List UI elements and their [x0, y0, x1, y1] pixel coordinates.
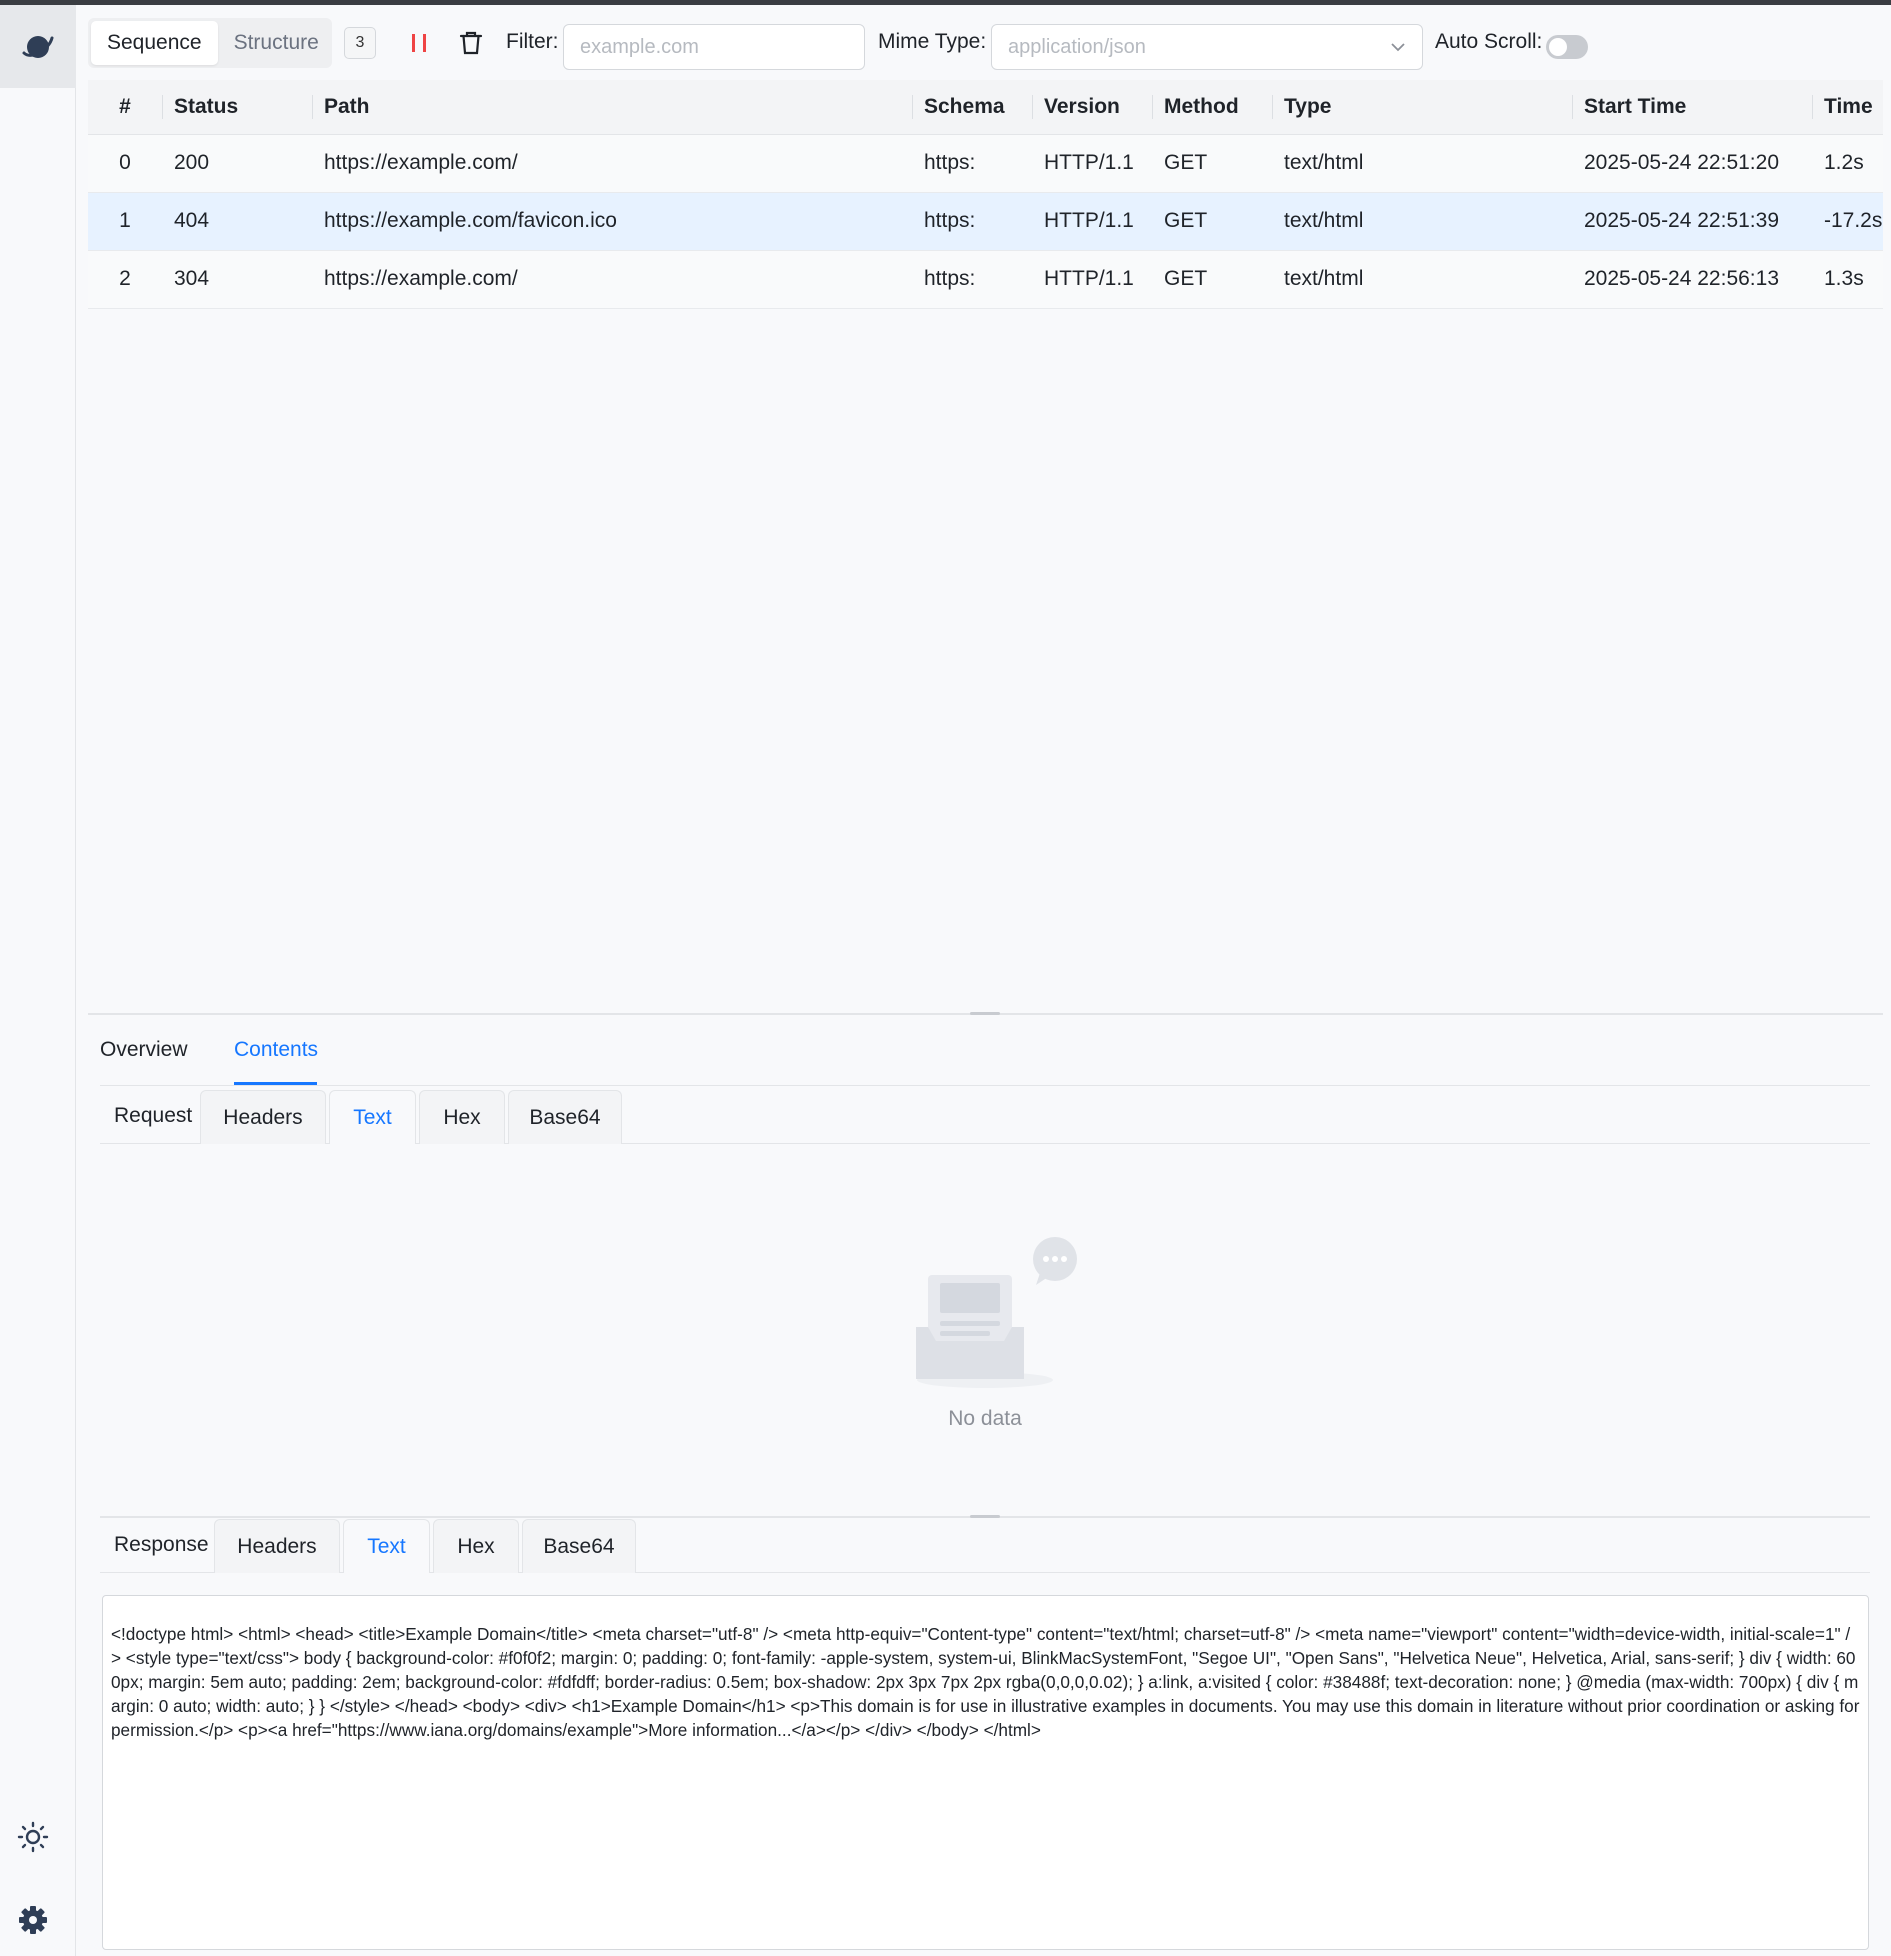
cell-index: 2 — [88, 250, 162, 309]
planet-icon — [22, 35, 54, 58]
cell-time: 1.2s — [1812, 134, 1883, 193]
filter-input[interactable] — [563, 24, 865, 70]
request-tab-headers[interactable]: Headers — [200, 1090, 326, 1144]
mime-type-placeholder: application/json — [1008, 36, 1146, 58]
gear-icon — [19, 1906, 47, 1934]
theme-toggle-button[interactable] — [13, 1817, 53, 1857]
table-empty-space — [88, 324, 1883, 1014]
request-tab-text[interactable]: Text — [329, 1090, 416, 1144]
col-header-version[interactable]: Version — [1032, 80, 1152, 135]
pause-icon — [412, 34, 426, 52]
table-row[interactable]: 0 200 https://example.com/ https: HTTP/1… — [88, 134, 1883, 193]
sidebar — [0, 5, 76, 1956]
cell-version: HTTP/1.1 — [1032, 250, 1152, 309]
cell-start-time: 2025-05-24 22:56:13 — [1572, 250, 1812, 309]
request-subtabs: Request Headers Text Hex Base64 — [100, 1090, 1870, 1144]
settings-button[interactable] — [13, 1900, 53, 1940]
mime-type-label: Mime Type: — [878, 30, 987, 53]
cell-time: 1.3s — [1812, 250, 1883, 309]
response-subtabs: Response Headers Text Hex Base64 — [100, 1519, 1870, 1573]
active-tab-indicator — [234, 1082, 317, 1085]
cell-index: 1 — [88, 192, 162, 251]
mime-type-select[interactable]: application/json — [991, 24, 1423, 70]
request-label: Request — [114, 1104, 193, 1127]
toggle-knob — [1549, 38, 1567, 56]
cell-start-time: 2025-05-24 22:51:20 — [1572, 134, 1812, 193]
tab-contents[interactable]: Contents — [234, 1038, 318, 1062]
empty-inbox-icon — [916, 1237, 1077, 1388]
filter-label: Filter: — [506, 30, 559, 53]
tab-overview[interactable]: Overview — [100, 1038, 188, 1062]
col-header-time[interactable]: Time — [1812, 80, 1883, 135]
request-count-badge: 3 — [344, 27, 376, 59]
cell-path: https://example.com/ — [312, 250, 912, 309]
logo-button[interactable] — [0, 5, 76, 88]
toolbar: Sequence Structure 3 Filter: Mime Type: … — [88, 18, 1891, 72]
request-tab-base64[interactable]: Base64 — [508, 1090, 622, 1144]
request-table: # Status Path Schema Version Method Type… — [88, 80, 1883, 324]
sun-icon — [17, 1821, 49, 1853]
splitter-handle[interactable] — [970, 1012, 1000, 1015]
cell-type: text/html — [1272, 250, 1572, 309]
col-header-path[interactable]: Path — [312, 80, 912, 135]
table-row[interactable]: 2 304 https://example.com/ https: HTTP/1… — [88, 250, 1883, 309]
col-header-status[interactable]: Status — [162, 80, 312, 135]
cell-index: 0 — [88, 134, 162, 193]
request-tab-hex[interactable]: Hex — [419, 1090, 505, 1144]
cell-schema: https: — [912, 192, 1032, 251]
cell-status: 304 — [162, 250, 312, 309]
cell-schema: https: — [912, 250, 1032, 309]
splitter-handle[interactable] — [970, 1515, 1000, 1518]
empty-state-text: No data — [948, 1407, 1022, 1430]
cell-time: -17.2s — [1812, 192, 1883, 251]
col-header-type[interactable]: Type — [1272, 80, 1572, 135]
cell-start-time: 2025-05-24 22:51:39 — [1572, 192, 1812, 251]
col-header-schema[interactable]: Schema — [912, 80, 1032, 135]
col-header-method[interactable]: Method — [1152, 80, 1272, 135]
tab-structure[interactable]: Structure — [218, 21, 335, 65]
cell-status: 404 — [162, 192, 312, 251]
detail-tabs: Overview Contents — [100, 1030, 1870, 1086]
empty-state: No data — [880, 1235, 1090, 1435]
table-header-row: # Status Path Schema Version Method Type… — [88, 80, 1883, 135]
cell-method: GET — [1152, 250, 1272, 309]
response-tab-base64[interactable]: Base64 — [522, 1519, 636, 1573]
autoscroll-toggle[interactable] — [1546, 35, 1588, 59]
response-label: Response — [114, 1533, 209, 1556]
cell-schema: https: — [912, 134, 1032, 193]
cell-version: HTTP/1.1 — [1032, 192, 1152, 251]
cell-status: 200 — [162, 134, 312, 193]
view-switch: Sequence Structure — [88, 18, 332, 68]
chevron-down-icon — [1391, 43, 1405, 52]
clear-button[interactable] — [456, 28, 486, 58]
response-tab-text[interactable]: Text — [343, 1519, 430, 1573]
tab-sequence[interactable]: Sequence — [91, 21, 218, 65]
cell-path: https://example.com/ — [312, 134, 912, 193]
cell-method: GET — [1152, 134, 1272, 193]
col-header-index[interactable]: # — [88, 80, 162, 135]
window-top-border — [0, 0, 1891, 5]
pause-button[interactable] — [404, 28, 434, 58]
response-tab-headers[interactable]: Headers — [214, 1519, 340, 1573]
table-row-selected[interactable]: 1 404 https://example.com/favicon.ico ht… — [88, 192, 1883, 251]
cell-version: HTTP/1.1 — [1032, 134, 1152, 193]
trash-icon — [459, 31, 483, 55]
cell-method: GET — [1152, 192, 1272, 251]
autoscroll-label: Auto Scroll: — [1435, 30, 1543, 53]
cell-type: text/html — [1272, 192, 1572, 251]
cell-type: text/html — [1272, 134, 1572, 193]
response-body-text[interactable]: <!doctype html> <html> <head> <title>Exa… — [102, 1595, 1869, 1950]
response-tab-hex[interactable]: Hex — [433, 1519, 519, 1573]
cell-path: https://example.com/favicon.ico — [312, 192, 912, 251]
col-header-start-time[interactable]: Start Time — [1572, 80, 1812, 135]
